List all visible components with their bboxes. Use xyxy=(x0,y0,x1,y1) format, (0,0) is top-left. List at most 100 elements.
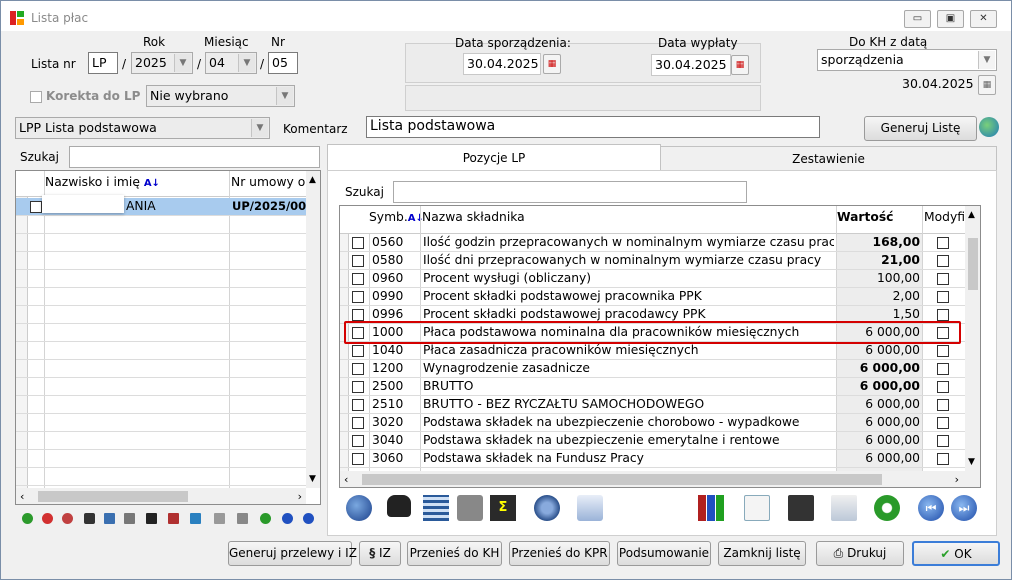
employee-grid-vscroll[interactable]: ▲ ▼ xyxy=(306,171,320,488)
table-icon[interactable] xyxy=(423,495,449,521)
calendar-icon[interactable]: ▦ xyxy=(731,55,749,75)
component-row[interactable]: 3020 Podstawa składek na ubezpieczenie ch… xyxy=(340,414,965,432)
ok-button[interactable]: ✔ OK xyxy=(912,541,1000,566)
employee-row[interactable]: ANIA UP/2025/000 xyxy=(16,195,306,216)
binoculars-icon[interactable] xyxy=(84,513,95,524)
row-checkbox[interactable] xyxy=(352,417,364,429)
row-checkbox[interactable] xyxy=(352,345,364,357)
component-row[interactable]: 0990 Procent składki podstawowej pracowni… xyxy=(340,288,965,306)
data-wyplaty-field[interactable]: 30.04.2025 xyxy=(651,54,731,76)
component-row[interactable]: 2500 BRUTTO 6 000,00 xyxy=(340,378,965,396)
component-row[interactable]: 3040 Podstawa składek na ubezpieczenie em… xyxy=(340,432,965,450)
component-row[interactable]: 0560 Ilość godzin przepracowanych w nomin… xyxy=(340,234,965,252)
iz-button[interactable]: § IZ xyxy=(359,541,401,566)
left-search-input[interactable] xyxy=(69,146,320,168)
right-search-input[interactable] xyxy=(393,181,747,203)
chevron-down-icon[interactable]: ▼ xyxy=(251,119,268,137)
component-row[interactable]: 1040 Płaca zasadnicza pracowników miesięc… xyxy=(340,342,965,360)
chevron-down-icon[interactable]: ▼ xyxy=(276,87,293,105)
chevron-down-icon[interactable]: ▼ xyxy=(309,474,316,484)
col-wartosc[interactable]: Wartość xyxy=(837,209,893,227)
components-grid-vscroll[interactable]: ▲ ▼ xyxy=(965,206,980,471)
calendar-icon[interactable]: ▦ xyxy=(978,75,996,95)
modified-checkbox[interactable] xyxy=(937,381,949,393)
binoculars-icon[interactable] xyxy=(387,495,411,517)
miesiac-select[interactable]: 04 ▼ xyxy=(205,52,257,74)
modified-checkbox[interactable] xyxy=(937,273,949,285)
chevron-left-icon[interactable]: ‹ xyxy=(20,490,24,503)
component-row[interactable]: 3060 Podstawa składek na Fundusz Pracy 6 0… xyxy=(340,450,965,468)
col-nr-umowy[interactable]: Nr umowy o xyxy=(231,174,306,192)
generuj-przelewy-button[interactable]: Generuj przelewy i IZ xyxy=(228,541,357,566)
gears-icon[interactable] xyxy=(534,495,560,521)
modified-checkbox[interactable] xyxy=(937,345,949,357)
modified-checkbox[interactable] xyxy=(937,237,949,249)
col-nazwisko[interactable]: Nazwisko i imię A↓ xyxy=(45,174,160,192)
filter-icon[interactable] xyxy=(124,513,135,524)
last-icon[interactable] xyxy=(303,513,314,524)
last-record-icon[interactable]: ⏭ xyxy=(951,495,977,521)
row-checkbox[interactable] xyxy=(352,399,364,411)
component-row[interactable]: 2510 BRUTTO - BEZ RYCZAŁTU SAMOCHODOWEGO 6… xyxy=(340,396,965,414)
filter-icon[interactable] xyxy=(457,495,483,521)
component-row[interactable]: 1200 Wynagrodzenie zasadnicze 6 000,00 xyxy=(340,360,965,378)
remove-icon[interactable] xyxy=(62,513,73,524)
close-button[interactable]: ✕ xyxy=(970,10,997,28)
sum-icon[interactable]: Σ xyxy=(490,495,516,521)
row-checkbox[interactable] xyxy=(30,201,42,213)
chevron-down-icon[interactable]: ▼ xyxy=(968,457,975,467)
modified-checkbox[interactable] xyxy=(937,291,949,303)
col-modyfikacja[interactable]: Modyfi xyxy=(924,209,964,227)
row-checkbox[interactable] xyxy=(352,435,364,447)
minimize-button[interactable]: ▭ xyxy=(904,10,931,28)
chevron-down-icon[interactable]: ▼ xyxy=(174,54,191,72)
przenies-kh-button[interactable]: Przenieś do KH xyxy=(407,541,502,566)
przenies-kpr-button[interactable]: Przenieś do KPR xyxy=(509,541,610,566)
chevron-up-icon[interactable]: ▲ xyxy=(309,175,316,185)
row-checkbox[interactable] xyxy=(352,291,364,303)
tab-zestawienie[interactable]: Zestawienie xyxy=(660,146,997,170)
row-checkbox[interactable] xyxy=(352,255,364,267)
chevron-down-icon[interactable]: ▼ xyxy=(238,54,255,72)
lista-nr-field[interactable]: LP xyxy=(88,52,118,74)
row-checkbox[interactable] xyxy=(352,381,364,393)
do-kh-select[interactable]: sporządzenia ▼ xyxy=(817,49,997,71)
windows-icon[interactable] xyxy=(577,495,603,521)
refresh-icon[interactable] xyxy=(260,513,271,524)
save-icon[interactable] xyxy=(214,513,225,524)
modified-checkbox[interactable] xyxy=(937,363,949,375)
drukuj-button[interactable]: ⎙ Drukuj xyxy=(816,541,904,566)
col-nazwa[interactable]: Nazwa składnika xyxy=(422,209,525,227)
first-icon[interactable] xyxy=(282,513,293,524)
rok-select[interactable]: 2025 ▼ xyxy=(131,52,193,74)
copy-icon[interactable] xyxy=(237,513,248,524)
calendar-icon[interactable]: ▦ xyxy=(543,54,561,74)
do-lp-select[interactable]: Nie wybrano ▼ xyxy=(146,85,295,107)
korekta-checkbox[interactable] xyxy=(30,91,42,103)
scroll-thumb[interactable] xyxy=(38,491,188,502)
row-checkbox[interactable] xyxy=(352,237,364,249)
generuj-liste-button[interactable]: Generuj Listę xyxy=(864,116,977,141)
row-checkbox[interactable] xyxy=(352,309,364,321)
document-icon[interactable] xyxy=(190,513,201,524)
podsumowanie-button[interactable]: Podsumowanie xyxy=(617,541,711,566)
globe-icon[interactable] xyxy=(979,117,999,137)
row-checkbox[interactable] xyxy=(352,453,364,465)
add-icon[interactable] xyxy=(22,513,33,524)
data-sporzadzenia-field[interactable]: 30.04.2025 xyxy=(463,53,541,75)
komentarz-input[interactable]: Lista podstawowa xyxy=(366,116,820,138)
copy-icon[interactable] xyxy=(831,495,857,521)
col-symbol[interactable]: Symb.A↓ xyxy=(369,209,424,227)
modified-checkbox[interactable] xyxy=(937,399,949,411)
chevron-left-icon[interactable]: ‹ xyxy=(344,473,348,486)
sum-icon[interactable] xyxy=(146,513,157,524)
delete-icon[interactable] xyxy=(42,513,53,524)
scroll-thumb[interactable] xyxy=(968,238,978,290)
list-type-select[interactable]: LPP Lista podstawowa ▼ xyxy=(15,117,270,139)
modified-checkbox[interactable] xyxy=(937,435,949,447)
first-record-icon[interactable]: ⏮ xyxy=(918,495,944,521)
component-row[interactable]: 0580 Ilość dni przepracowanych w nominaln… xyxy=(340,252,965,270)
zamknij-liste-button[interactable]: Zamknij listę xyxy=(718,541,806,566)
save-icon[interactable] xyxy=(788,495,814,521)
row-checkbox[interactable] xyxy=(352,273,364,285)
